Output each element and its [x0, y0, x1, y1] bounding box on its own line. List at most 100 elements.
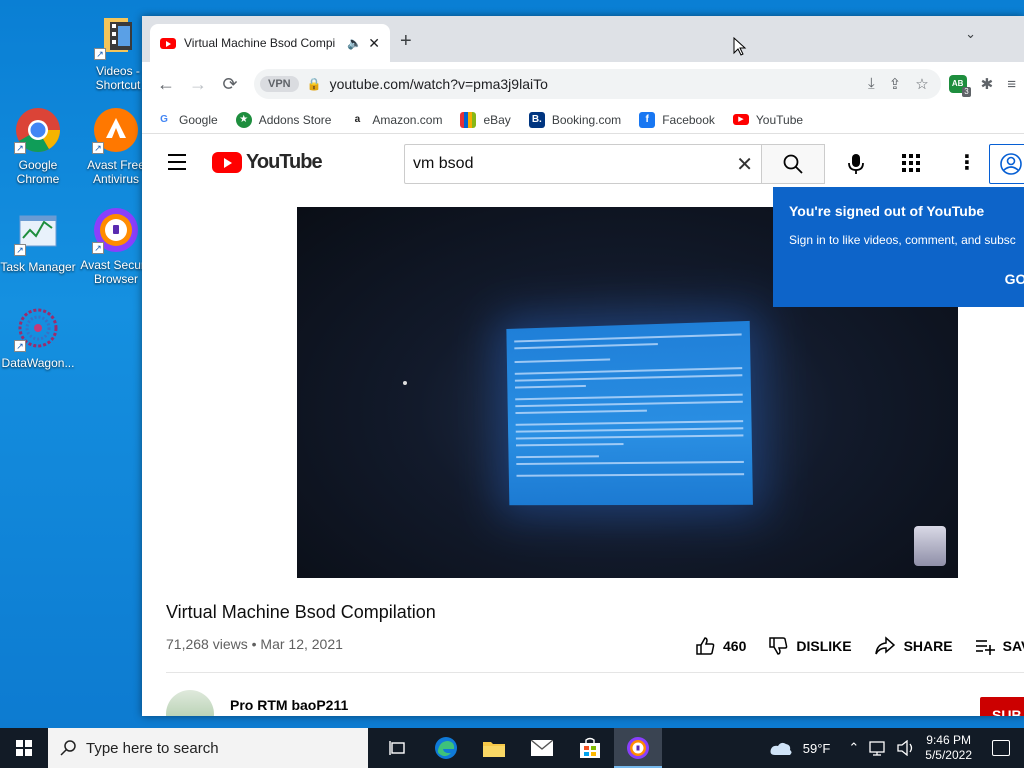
- videos-shortcut-icon: ↗: [94, 12, 142, 60]
- forward-button[interactable]: →: [182, 68, 214, 100]
- bookmark-youtube[interactable]: ▶ YouTube: [732, 113, 803, 127]
- start-button[interactable]: [0, 728, 48, 768]
- tab-search-chevron-icon[interactable]: ⌄: [965, 26, 976, 42]
- bookmark-addons-store[interactable]: ★ Addons Store: [235, 111, 331, 128]
- facebook-icon: f: [639, 111, 656, 128]
- clock-date: 5/5/2022: [925, 748, 972, 762]
- task-view-button[interactable]: [374, 728, 422, 768]
- bookmark-facebook[interactable]: f Facebook: [639, 111, 715, 128]
- channel-name[interactable]: Pro RTM baoP211: [230, 697, 348, 713]
- microphone-icon: [848, 154, 864, 174]
- datawagon-icon: ↗: [14, 304, 62, 352]
- reading-list-icon[interactable]: ≡: [1007, 76, 1016, 93]
- bookmark-google[interactable]: G Google: [156, 111, 218, 128]
- channel-avatar[interactable]: [166, 690, 214, 716]
- shortcut-arrow-icon: ↗: [14, 142, 26, 154]
- share-button[interactable]: SHARE: [874, 636, 953, 656]
- notification-center-icon[interactable]: [992, 740, 1010, 756]
- taskbar-search-placeholder[interactable]: Type here to search: [86, 740, 219, 757]
- install-app-icon[interactable]: ⤓: [868, 75, 875, 93]
- bookmark-booking[interactable]: B. Booking.com: [528, 111, 621, 128]
- clock-time: 9:46 PM: [926, 733, 971, 747]
- browser-window: Virtual Machine Bsod Compi 🔈 ✕ + ⌄ ← → ⟳…: [142, 16, 1024, 716]
- like-button[interactable]: 460: [695, 636, 746, 656]
- search-query[interactable]: vm bsod: [413, 155, 736, 173]
- search-input[interactable]: vm bsod ✕: [404, 144, 762, 184]
- mouse-cursor-icon: [733, 37, 747, 56]
- channel-watermark-icon[interactable]: [914, 526, 946, 566]
- tray-overflow-chevron-icon[interactable]: ⌃: [848, 740, 859, 756]
- like-count: 460: [723, 638, 747, 654]
- speaker-icon[interactable]: 🔈: [347, 36, 362, 50]
- extension-icon[interactable]: AB 3: [948, 75, 971, 97]
- signed-out-popup: You're signed out of YouTube Sign in to …: [773, 187, 1024, 307]
- address-bar[interactable]: VPN 🔒 youtube.com/watch?v=pma3j9laiTo ⤓ …: [254, 69, 941, 99]
- youtube-play-logo-icon: [212, 152, 242, 173]
- volume-icon: [897, 740, 913, 756]
- dislike-button[interactable]: DISLIKE: [768, 636, 852, 656]
- google-chrome-icon: ↗: [14, 106, 62, 154]
- browser-tab-youtube[interactable]: Virtual Machine Bsod Compi 🔈 ✕: [150, 24, 390, 62]
- save-button[interactable]: SAV: [975, 636, 1024, 656]
- settings-more-icon[interactable]: ⋮: [957, 150, 977, 175]
- desktop-icon-task-manager[interactable]: ↗ Task Manager: [0, 208, 76, 274]
- search-icon: [783, 154, 803, 174]
- bsod-screen-image: [506, 320, 753, 506]
- sign-in-button[interactable]: [989, 144, 1024, 184]
- section-divider: [166, 672, 1024, 673]
- folder-icon: [483, 742, 505, 757]
- youtube-header: YouTube vm bsod ✕ ⋮: [142, 134, 1024, 190]
- taskbar-edge[interactable]: [422, 728, 470, 768]
- desktop-icon-datawagon[interactable]: ↗ DataWagon...: [0, 304, 76, 370]
- taskbar-file-explorer[interactable]: [470, 728, 518, 768]
- got-it-button[interactable]: GOT: [1005, 271, 1024, 287]
- voice-search-button[interactable]: [840, 148, 872, 180]
- shortcut-arrow-icon: ↗: [94, 48, 106, 60]
- reload-button[interactable]: ⟳: [214, 68, 246, 100]
- extensions-puzzle-icon[interactable]: ✱: [981, 75, 994, 93]
- back-button[interactable]: ←: [150, 68, 182, 100]
- url-text[interactable]: youtube.com/watch?v=pma3j9laiTo: [330, 76, 548, 92]
- ebay-icon: [460, 111, 477, 128]
- mail-icon: [531, 740, 553, 756]
- desktop-icon-label: Task Manager: [0, 260, 76, 274]
- google-icon: G: [156, 111, 172, 128]
- youtube-apps-grid-icon[interactable]: [902, 154, 920, 177]
- share-page-icon[interactable]: ⇪: [889, 75, 902, 93]
- shortcut-arrow-icon: ↗: [14, 340, 26, 352]
- thumbs-up-icon: [696, 637, 715, 655]
- taskbar-store[interactable]: [566, 728, 614, 768]
- youtube-logo[interactable]: YouTube: [212, 151, 323, 174]
- thumbs-down-icon: [769, 637, 788, 655]
- share-arrow-icon: [874, 636, 895, 655]
- lock-icon[interactable]: 🔒: [307, 77, 322, 91]
- weather-temperature[interactable]: 59°F: [803, 741, 831, 756]
- subscribe-button[interactable]: SUB: [980, 697, 1024, 716]
- menu-hamburger-icon[interactable]: [168, 154, 186, 175]
- system-tray: 59°F ⌃ 9:46 PM 5/5/2022: [769, 733, 1024, 763]
- shortcut-arrow-icon: ↗: [92, 142, 104, 154]
- search-icon: [60, 740, 76, 756]
- desktop-icon-google-chrome[interactable]: ↗ Google Chrome: [0, 106, 76, 186]
- video-meta: 71,268 views • Mar 12, 2021: [166, 636, 343, 652]
- bookmark-amazon[interactable]: a Amazon.com: [349, 111, 442, 128]
- extension-badge-count: 3: [962, 87, 971, 97]
- taskbar-avast-browser[interactable]: [614, 728, 662, 768]
- avast-secure-browser-icon: [627, 737, 649, 759]
- search-button[interactable]: [761, 144, 825, 184]
- clear-search-icon[interactable]: ✕: [736, 152, 753, 177]
- taskbar-clock[interactable]: 9:46 PM 5/5/2022: [925, 733, 972, 763]
- desktop-icon-label: DataWagon...: [1, 356, 75, 370]
- close-tab-icon[interactable]: ✕: [368, 35, 380, 52]
- windows-logo-icon: [16, 740, 32, 756]
- desktop-icon-label: Google Chrome: [16, 158, 60, 186]
- bookmark-star-icon[interactable]: ☆: [915, 75, 928, 93]
- bookmark-ebay[interactable]: eBay: [460, 111, 511, 128]
- youtube-favicon-icon: [160, 37, 176, 49]
- new-tab-button[interactable]: +: [400, 30, 412, 53]
- vpn-badge[interactable]: VPN: [260, 76, 299, 92]
- weather-cloud-icon: [770, 742, 792, 755]
- taskbar-search-box[interactable]: Type here to search: [48, 728, 368, 768]
- video-title: Virtual Machine Bsod Compilation: [166, 602, 436, 622]
- taskbar-mail[interactable]: [518, 728, 566, 768]
